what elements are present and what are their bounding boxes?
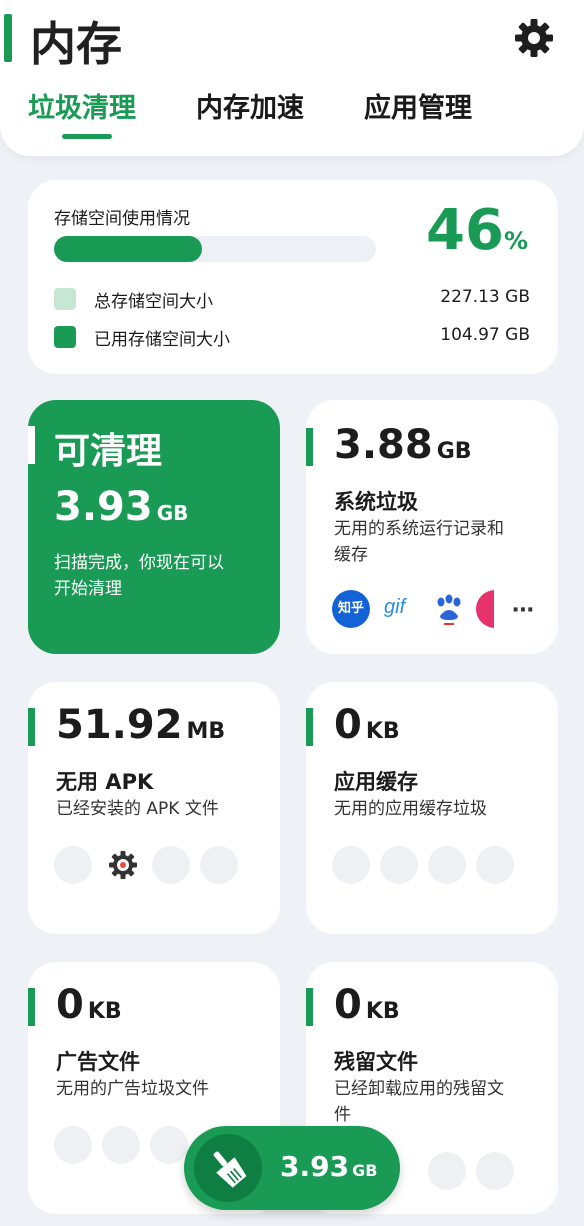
apk-description: 已经安装的 APK 文件 (56, 799, 219, 819)
tab-junk-clean[interactable]: 垃圾清理 (28, 86, 136, 125)
used-storage-label: 已用存储空间大小 (94, 330, 230, 350)
cache-icon-placeholder (332, 846, 370, 884)
system-junk-card[interactable]: 3.88 GB 系统垃圾 无用的系统运行记录和 缓存 知乎 gif ⋯ (306, 400, 558, 654)
gear-icon[interactable] (512, 16, 556, 60)
ads-size-value: 0 (56, 982, 84, 1028)
storage-percent: 46% (426, 198, 528, 263)
residual-desc-line1: 已经卸载应用的残留文 (334, 1079, 504, 1099)
storage-usage-label: 存储空间使用情况 (54, 209, 190, 229)
ads-icon-placeholder (54, 1126, 92, 1164)
apk-icon-placeholder (200, 846, 238, 884)
apk-icon-placeholder (152, 846, 190, 884)
system-junk-size-unit: GB (436, 439, 472, 464)
cleanable-title: 可清理 (54, 431, 163, 472)
clean-button-size-unit: GB (352, 1161, 378, 1180)
ads-size: 0 KB (56, 982, 122, 1028)
cache-icon-placeholder (476, 846, 514, 884)
app-cache-card[interactable]: 0 KB 应用缓存 无用的应用缓存垃圾 (306, 682, 558, 934)
useless-apk-card[interactable]: 51.92 MB 无用 APK 已经安装的 APK 文件 (28, 682, 280, 934)
cache-accent-bar (306, 708, 313, 746)
residual-size-value: 0 (334, 982, 362, 1028)
ads-size-unit: KB (87, 999, 122, 1024)
settings-app-icon (106, 848, 140, 882)
residual-title: 残留文件 (334, 1050, 418, 1074)
cleanable-desc-line1: 扫描完成，你现在可以 (54, 553, 224, 573)
clean-button-size-value: 3.93 (280, 1150, 350, 1183)
used-legend-swatch (54, 326, 76, 348)
gif-icon: gif (384, 596, 406, 618)
cache-title: 应用缓存 (334, 770, 418, 794)
ads-icon-placeholder (102, 1126, 140, 1164)
system-junk-size: 3.88 GB (334, 422, 472, 468)
tab-app-manage[interactable]: 应用管理 (364, 86, 472, 125)
storage-percent-value: 46 (426, 198, 504, 263)
broom-icon (194, 1134, 262, 1202)
page-title: 内存 (30, 17, 122, 71)
system-junk-size-value: 3.88 (334, 422, 433, 468)
clean-button-size: 3.93 GB (280, 1150, 377, 1183)
app-header: 内存 垃圾清理 内存加速 应用管理 (0, 0, 584, 156)
cleanable-description: 扫描完成，你现在可以 开始清理 (54, 550, 224, 602)
total-storage-label: 总存储空间大小 (94, 292, 213, 312)
residual-icon-placeholder (476, 1152, 514, 1190)
apk-size: 51.92 MB (56, 702, 225, 748)
apk-size-value: 51.92 (56, 702, 183, 748)
residual-description: 已经卸载应用的残留文 件 (334, 1076, 504, 1128)
apk-title: 无用 APK (56, 770, 154, 794)
baidu-icon (432, 592, 466, 626)
storage-percent-unit: % (503, 227, 528, 255)
cache-icon-placeholder (380, 846, 418, 884)
residual-icon-placeholder (428, 1152, 466, 1190)
active-tab-indicator (62, 134, 112, 139)
cache-size: 0 KB (334, 702, 400, 748)
tab-memory-boost[interactable]: 内存加速 (196, 86, 304, 125)
total-storage-value: 227.13 GB (440, 287, 530, 307)
ads-icon-placeholder (150, 1126, 188, 1164)
cache-icon-placeholder (428, 846, 466, 884)
ads-title: 广告文件 (56, 1050, 140, 1074)
system-junk-desc-line1: 无用的系统运行记录和 (334, 519, 504, 539)
system-junk-title: 系统垃圾 (334, 490, 418, 514)
ads-accent-bar (28, 988, 35, 1026)
apk-icon-placeholder (54, 846, 92, 884)
cache-size-unit: KB (365, 719, 400, 744)
app-icon (476, 590, 494, 628)
cleanable-size: 3.93 GB (54, 484, 188, 530)
cleanable-size-value: 3.93 (54, 484, 153, 530)
cleanable-accent-bar (28, 426, 35, 464)
storage-progress-bar (54, 236, 376, 262)
cleanable-desc-line2: 开始清理 (54, 579, 122, 599)
cache-description: 无用的应用缓存垃圾 (334, 799, 487, 819)
clean-now-button[interactable]: 3.93 GB (184, 1126, 400, 1210)
apk-accent-bar (28, 708, 35, 746)
cleanable-size-unit: GB (156, 501, 189, 525)
used-storage-value: 104.97 GB (440, 325, 530, 345)
residual-desc-line2: 件 (334, 1105, 351, 1125)
residual-accent-bar (306, 988, 313, 1026)
cleanable-card[interactable]: 可清理 3.93 GB 扫描完成，你现在可以 开始清理 (28, 400, 280, 654)
title-accent-bar (4, 14, 12, 62)
apk-size-unit: MB (186, 719, 226, 744)
more-icon[interactable]: ⋯ (512, 598, 535, 623)
system-junk-accent-bar (306, 428, 313, 466)
ads-description: 无用的广告垃圾文件 (56, 1079, 209, 1099)
storage-usage-card: 存储空间使用情况 46% 总存储空间大小 227.13 GB 已用存储空间大小 … (28, 180, 558, 374)
storage-progress-fill (54, 236, 203, 262)
total-legend-swatch (54, 288, 76, 310)
system-junk-description: 无用的系统运行记录和 缓存 (334, 516, 504, 568)
cache-size-value: 0 (334, 702, 362, 748)
residual-size-unit: KB (365, 999, 400, 1024)
zhihu-icon: 知乎 (332, 590, 370, 628)
system-junk-desc-line2: 缓存 (334, 545, 368, 565)
residual-size: 0 KB (334, 982, 400, 1028)
